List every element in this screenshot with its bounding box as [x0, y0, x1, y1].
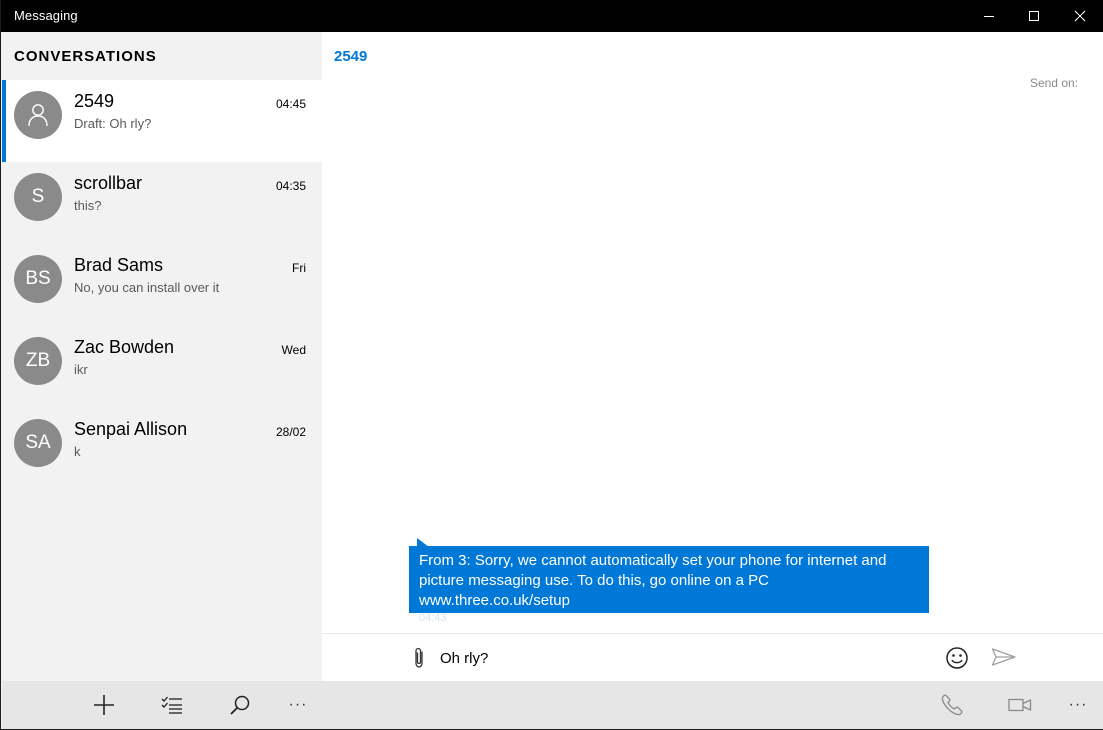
minimize-icon [984, 16, 994, 17]
phone-icon [941, 694, 963, 716]
send-button[interactable] [991, 647, 1017, 672]
more-options-button[interactable]: ··· [278, 681, 318, 729]
conversation-list: 2549 Draft: Oh rly? 04:45 S scrollbar th… [2, 80, 322, 490]
close-button[interactable] [1057, 0, 1103, 32]
conversation-name: scrollbar [74, 173, 143, 193]
conversation-preview: Draft: Oh rly? [74, 116, 152, 131]
person-icon [28, 104, 48, 127]
conversation-name: 2549 [74, 91, 115, 111]
conversation-time: Fri [292, 261, 306, 275]
maximize-icon [1029, 11, 1039, 21]
emoji-icon [946, 647, 968, 669]
plus-icon [94, 695, 114, 715]
message-input[interactable] [438, 645, 922, 671]
minimize-button[interactable] [966, 0, 1012, 32]
send-on-selector[interactable]: Send on: [1030, 76, 1078, 90]
app-bar: ··· ··· [2, 681, 1103, 729]
more-icon: ··· [1068, 696, 1088, 713]
emoji-button[interactable] [945, 646, 969, 675]
conversation-time: Wed [281, 343, 306, 357]
maximize-button[interactable] [1011, 0, 1057, 32]
close-icon [1074, 10, 1086, 22]
select-button[interactable] [152, 681, 192, 729]
conversation-preview: No, you can install over it [74, 280, 220, 295]
message-time: 04:43 [419, 612, 447, 624]
message-text: From 3: Sorry, we cannot automatically s… [419, 552, 887, 609]
conversation-item-senpai-allison[interactable]: SA Senpai Allison k 28/02 [2, 408, 322, 490]
conversation-item-zac-bowden[interactable]: ZB Zac Bowden ikr Wed [2, 326, 322, 408]
avatar: SA [14, 419, 62, 467]
conversation-item-brad-sams[interactable]: BS Brad Sams No, you can install over it… [2, 244, 322, 326]
new-message-button[interactable] [84, 681, 124, 729]
conversation-preview: ikr [74, 362, 88, 377]
conversation-preview: this? [74, 198, 102, 213]
conversation-name: Zac Bowden [74, 337, 175, 357]
conversation-item-scrollbar[interactable]: S scrollbar this? 04:35 [2, 162, 322, 244]
message-bubble[interactable]: From 3: Sorry, we cannot automatically s… [409, 546, 929, 624]
thread-pane: 2549 Send on: From 3: Sorry, we cannot a… [322, 32, 1103, 681]
thread-title: 2549 [334, 48, 368, 65]
conversation-preview: k [74, 444, 81, 459]
checklist-icon [161, 696, 182, 714]
video-icon [1008, 698, 1032, 712]
conversation-name: Senpai Allison [74, 419, 188, 439]
conversation-item-2549[interactable]: 2549 Draft: Oh rly? 04:45 [2, 80, 322, 162]
conversation-name: Brad Sams [74, 255, 164, 275]
messaging-window: Messaging CONVERSATIONS 2549 Draft: Oh r… [0, 0, 1103, 730]
search-button[interactable] [220, 681, 260, 729]
conversation-time: 04:45 [275, 97, 306, 111]
conversation-time: 28/02 [275, 425, 306, 439]
title-bar: Messaging [1, 0, 1103, 32]
video-call-button[interactable] [1000, 681, 1040, 729]
attach-button[interactable] [412, 647, 426, 674]
window-title: Messaging [14, 8, 78, 23]
send-icon [991, 648, 1016, 666]
call-button[interactable] [932, 681, 972, 729]
more-icon: ··· [288, 696, 308, 713]
avatar: BS [14, 255, 62, 303]
search-icon [230, 695, 250, 715]
avatar: S [14, 173, 62, 221]
paperclip-icon [415, 647, 423, 668]
more-options-button-thread[interactable]: ··· [1058, 681, 1098, 729]
conversation-time: 04:35 [275, 179, 306, 193]
compose-bar [322, 633, 1103, 681]
conversations-pane: CONVERSATIONS 2549 Draft: Oh rly? 04:45 … [2, 32, 322, 681]
avatar [14, 91, 62, 139]
conversations-header: CONVERSATIONS [14, 48, 157, 65]
avatar: ZB [14, 337, 62, 385]
